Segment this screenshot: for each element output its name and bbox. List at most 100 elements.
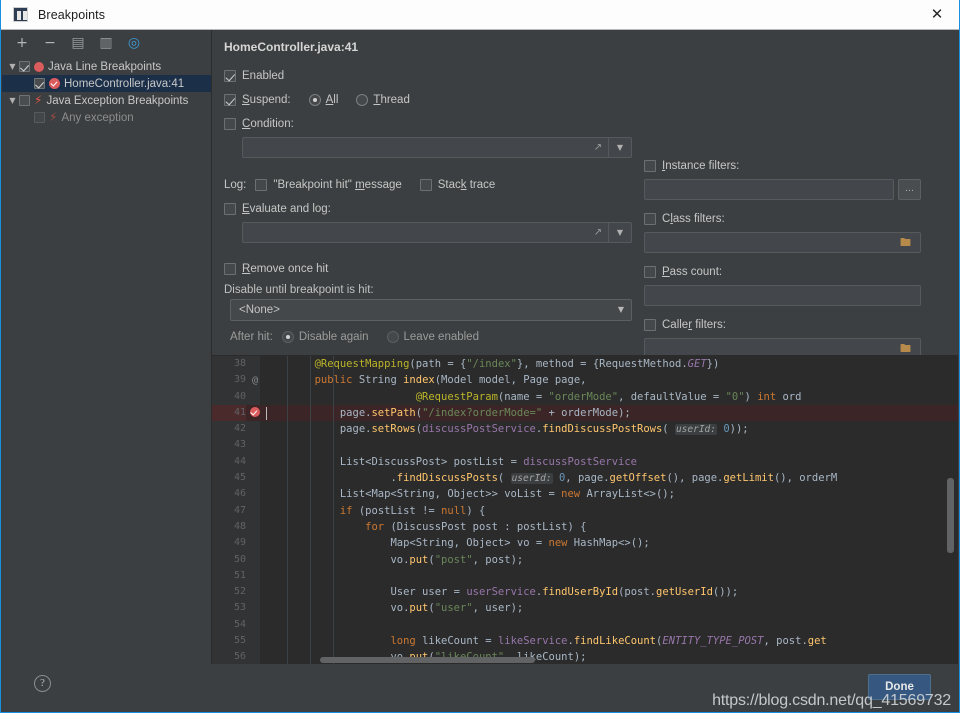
code-line: 55 long likeCount = likeService.findLike…	[212, 633, 958, 650]
line-text: vo.put("post", post);	[390, 553, 524, 566]
class-filters-row[interactable]: Class filters:	[644, 209, 934, 228]
line-text: User user = userService.findUserById(pos…	[390, 586, 739, 599]
instance-filters-input[interactable]	[644, 179, 894, 200]
caller-filters-checkbox[interactable]	[644, 318, 656, 331]
instance-filters-browse-button[interactable]: …	[898, 179, 921, 200]
line-text: .findDiscussPosts( userId: 0, page.getOf…	[390, 472, 838, 485]
code-line: 48 for (DiscussPost post : postList) {	[212, 518, 958, 536]
group-by-button[interactable]: ◎	[126, 35, 142, 51]
folder-icon[interactable]: 🖿	[900, 343, 914, 355]
code-line: 42 page.setRows(discussPostService.findD…	[212, 421, 958, 438]
tree-item-any-exception[interactable]: ▼ ⚡ Any exception	[2, 109, 211, 126]
expand-editor-icon[interactable]: ↗	[591, 141, 605, 155]
evaluate-and-log-row[interactable]: Evaluate and log:	[224, 199, 632, 218]
editor-code[interactable]: 38 @RequestMapping(path = {"/index"}, me…	[212, 356, 958, 664]
chevron-down-icon[interactable]: ▼	[608, 222, 631, 243]
log-prefix-label: Log:	[224, 178, 247, 191]
folder-icon[interactable]: 🖿	[900, 237, 914, 249]
code-line: 49 Map<String, Object> vo = new HashMap<…	[212, 535, 958, 552]
instance-filters-checkbox[interactable]	[644, 159, 656, 172]
tree-item-homecontroller-java-41[interactable]: ▼ HomeController.java:41	[2, 75, 211, 92]
line-number: 40	[233, 390, 246, 402]
disable-until-value: <None>	[239, 304, 280, 316]
evaluate-and-log-input[interactable]: ↗ ▼	[242, 222, 632, 243]
enabled-checkbox[interactable]	[224, 69, 236, 82]
code-line: 44 List<DiscussPost> postList = discussP…	[212, 453, 958, 471]
chevron-down-icon[interactable]: ▼	[608, 137, 631, 158]
class-filters-label: Class filters:	[662, 212, 725, 225]
tree-item-java-exception-breakpoints[interactable]: ▼ ⚡ Java Exception Breakpoints	[2, 92, 211, 109]
breakpoint-verified-icon	[49, 78, 60, 89]
after-hit-leave-enabled-label: Leave enabled	[403, 330, 479, 343]
condition-row[interactable]: Condition:	[224, 114, 632, 133]
line-text: vo.put("user", user);	[390, 602, 524, 615]
code-line: 38 @RequestMapping(path = {"/index"}, me…	[212, 356, 958, 373]
evaluate-and-log-checkbox[interactable]	[224, 202, 236, 215]
after-hit-label: After hit:	[230, 330, 273, 343]
suspend-thread-radio[interactable]	[356, 93, 369, 106]
pass-count-row[interactable]: Pass count:	[644, 262, 934, 281]
evaluate-and-log-label: Evaluate and log:	[242, 202, 331, 215]
after-hit-row: After hit: Disable again Leave enabled	[230, 327, 632, 346]
class-filters-checkbox[interactable]	[644, 212, 656, 225]
enabled-row[interactable]: Enabled	[224, 66, 632, 85]
suspend-checkbox[interactable]	[224, 93, 236, 106]
line-text: Map<String, Object> vo = new HashMap<>()…	[390, 537, 650, 550]
caller-filters-row[interactable]: Caller filters:	[644, 315, 934, 334]
instance-filters-row[interactable]: Instance filters:	[644, 156, 934, 175]
condition-label: Condition:	[242, 117, 294, 130]
line-text: if (postList != null) {	[339, 504, 486, 517]
intellij-idea-icon	[13, 7, 28, 22]
tree-item-java-line-breakpoints[interactable]: ▼ Java Line Breakpoints	[2, 58, 211, 75]
code-line: 40 @RequestParam(name = "orderMode", def…	[212, 388, 958, 405]
tree-item-checkbox[interactable]	[19, 61, 30, 72]
tree-item-checkbox[interactable]	[34, 112, 45, 123]
mute-breakpoints-button[interactable]: ▤	[70, 35, 86, 51]
chevron-down-icon[interactable]: ▼	[618, 300, 624, 320]
expand-arrow-icon[interactable]: ▼	[6, 62, 19, 71]
close-icon[interactable]: ✕	[915, 0, 959, 29]
editor-horizontal-scrollbar[interactable]	[320, 657, 535, 663]
remove-once-hit-checkbox[interactable]	[224, 262, 236, 275]
pass-count-input[interactable]	[644, 285, 921, 306]
code-line: 51	[212, 567, 958, 585]
after-hit-disable-again-label: Disable again	[298, 330, 369, 343]
watermark: https://blog.csdn.net/qq_41569732	[712, 692, 951, 709]
editor-vertical-scrollbar[interactable]	[947, 478, 954, 553]
after-hit-disable-again-radio[interactable]	[281, 330, 294, 343]
settings-left-column: Enabled SSuspend:uspend: All Thread	[224, 66, 632, 346]
expand-arrow-icon[interactable]: ▼	[6, 96, 19, 105]
help-button[interactable]: ?	[34, 675, 51, 692]
line-text: for (DiscussPost post : postList) {	[365, 520, 587, 533]
remove-once-hit-row[interactable]: Remove once hit	[224, 259, 632, 278]
tree-item-checkbox[interactable]	[19, 95, 30, 106]
pass-count-checkbox[interactable]	[644, 265, 656, 278]
code-line: 53 vo.put("user", user);	[212, 600, 958, 617]
disable-until-select[interactable]: <None> ▼	[230, 299, 632, 321]
line-text: List<DiscussPost> postList = discussPost…	[339, 455, 638, 468]
expand-editor-icon[interactable]: ↗	[591, 226, 605, 240]
line-number: 53	[233, 602, 246, 614]
tree-item-checkbox[interactable]	[34, 78, 45, 89]
after-hit-leave-enabled-radio[interactable]	[386, 330, 399, 343]
code-preview[interactable]: 38 @RequestMapping(path = {"/index"}, me…	[212, 355, 958, 664]
condition-input[interactable]: ↗ ▼	[242, 137, 632, 158]
condition-checkbox[interactable]	[224, 117, 236, 130]
gutter-mark[interactable]	[248, 405, 262, 421]
suspend-label: SSuspend:uspend:	[242, 93, 291, 106]
gutter-mark[interactable]: @	[248, 372, 262, 389]
add-breakpoint-button[interactable]: +	[14, 35, 30, 51]
remove-breakpoint-button[interactable]: −	[42, 35, 58, 51]
breakpoint-tree[interactable]: ▼ Java Line Breakpoints ▼ HomeController…	[2, 56, 211, 664]
line-number: 56	[233, 651, 246, 663]
code-line: 41 page.setPath("/index?orderMode=" + or…	[212, 404, 958, 422]
class-filters-input[interactable]: 🖿	[644, 232, 921, 253]
log-breakpoint-hit-checkbox[interactable]	[255, 178, 268, 191]
log-stack-trace-checkbox[interactable]	[419, 178, 432, 191]
title-bar: Breakpoints ✕	[1, 0, 959, 30]
suspend-all-radio[interactable]	[308, 93, 321, 106]
suspend-row[interactable]: SSuspend:uspend: All Thread	[224, 90, 632, 109]
exception-bolt-icon: ⚡	[34, 93, 43, 107]
line-number: 54	[233, 618, 246, 630]
view-breakpoints-source-button[interactable]: ▥	[98, 35, 114, 51]
